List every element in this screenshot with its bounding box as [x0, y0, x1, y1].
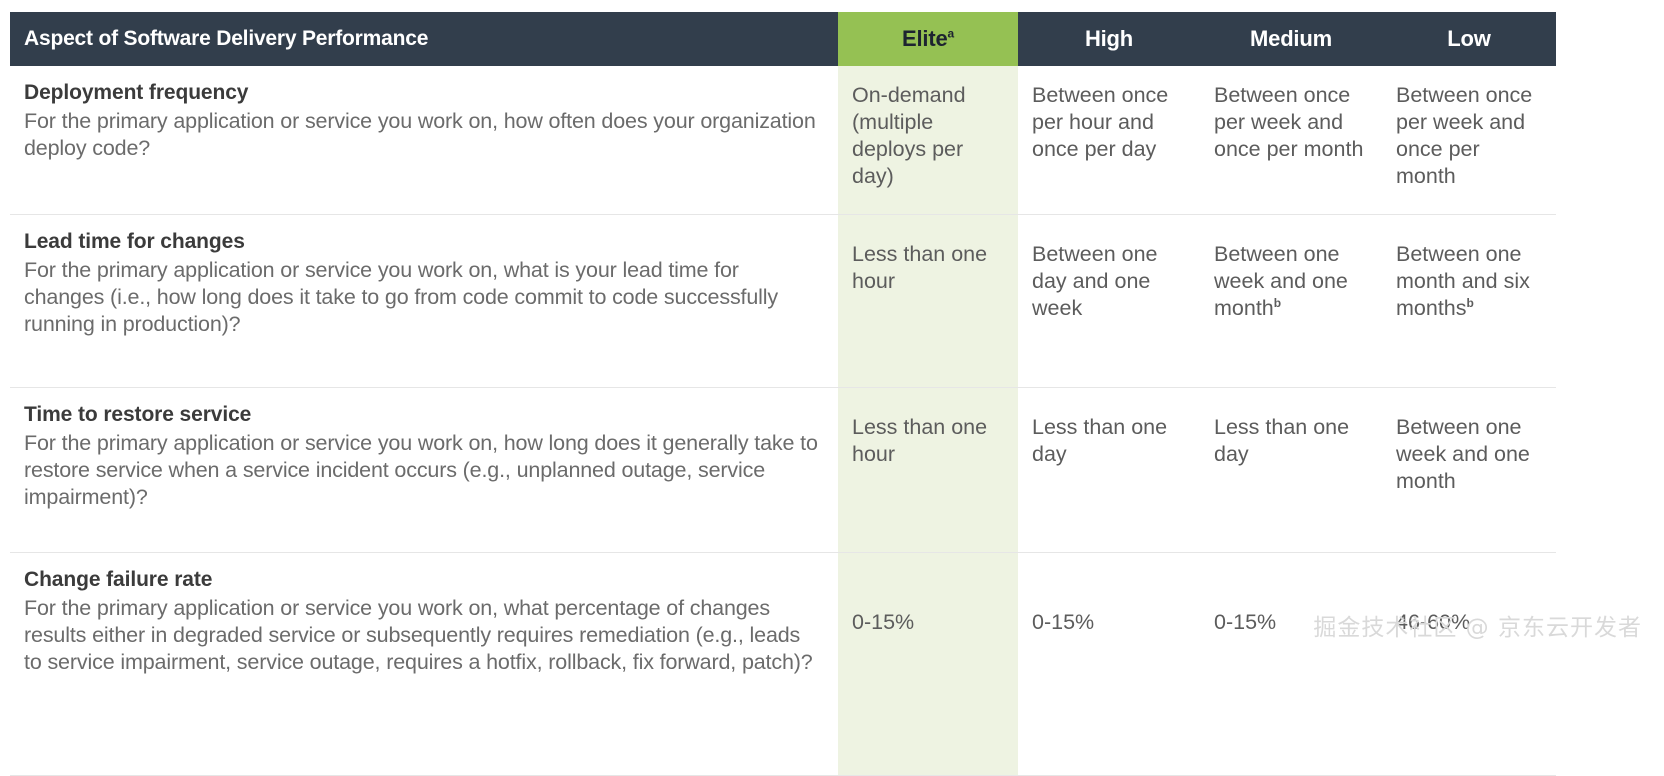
column-header-aspect-label: Aspect of Software Delivery Performance: [24, 27, 428, 50]
cell-low: Between one month and six monthsb: [1382, 215, 1556, 388]
cell-high-value: 0-15%: [1032, 610, 1094, 634]
cell-low: Between one week and one month: [1382, 388, 1556, 553]
cell-low-value: Between one month and six months: [1396, 242, 1530, 320]
cell-medium: 0-15%: [1200, 553, 1382, 776]
cell-elite: On-demand (multiple deploys per day): [838, 66, 1018, 215]
dora-performance-table: Aspect of Software Delivery Performance …: [10, 12, 1556, 776]
cell-elite-value: 0-15%: [852, 610, 914, 634]
aspect-title: Lead time for changes: [24, 229, 822, 254]
column-header-high: High: [1018, 12, 1200, 66]
cell-low: Between once per week and once per month: [1382, 66, 1556, 215]
table: Aspect of Software Delivery Performance …: [10, 12, 1556, 776]
header-row: Aspect of Software Delivery Performance …: [10, 12, 1556, 66]
cell-medium-value: Less than one day: [1214, 415, 1349, 466]
cell-low-value: 46-60%: [1396, 610, 1470, 634]
cell-elite: 0-15%: [838, 553, 1018, 776]
aspect-title: Time to restore service: [24, 402, 822, 427]
column-header-low-label: Low: [1447, 26, 1490, 51]
table-row: Change failure rate For the primary appl…: [10, 553, 1556, 776]
aspect-title: Change failure rate: [24, 567, 822, 592]
column-header-aspect: Aspect of Software Delivery Performance: [10, 12, 838, 66]
cell-high: Less than one day: [1018, 388, 1200, 553]
table-row: Time to restore service For the primary …: [10, 388, 1556, 553]
cell-low-value: Between once per week and once per month: [1396, 83, 1532, 188]
column-header-medium-label: Medium: [1250, 26, 1332, 51]
cell-low-footnote: b: [1467, 296, 1474, 310]
column-header-elite-footnote: a: [947, 27, 953, 41]
cell-high: Between one day and one week: [1018, 215, 1200, 388]
column-header-low: Low: [1382, 12, 1556, 66]
cell-high-value: Less than one day: [1032, 415, 1167, 466]
cell-elite: Less than one hour: [838, 215, 1018, 388]
column-header-medium: Medium: [1200, 12, 1382, 66]
table-row: Deployment frequency For the primary app…: [10, 66, 1556, 215]
aspect-cell: Change failure rate For the primary appl…: [10, 553, 838, 776]
column-header-elite-label: Elite: [902, 26, 947, 51]
cell-low-value: Between one week and one month: [1396, 415, 1530, 493]
cell-low: 46-60%: [1382, 553, 1556, 776]
aspect-cell: Time to restore service For the primary …: [10, 388, 838, 553]
column-header-elite: Elitea: [838, 12, 1018, 66]
cell-medium: Between once per week and once per month: [1200, 66, 1382, 215]
cell-medium-value: Between once per week and once per month: [1214, 83, 1363, 161]
column-header-high-label: High: [1085, 26, 1133, 51]
cell-high: Between once per hour and once per day: [1018, 66, 1200, 215]
cell-medium: Less than one day: [1200, 388, 1382, 553]
cell-high: 0-15%: [1018, 553, 1200, 776]
aspect-title: Deployment frequency: [24, 80, 822, 105]
table-header: Aspect of Software Delivery Performance …: [10, 12, 1556, 66]
cell-medium: Between one week and one monthb: [1200, 215, 1382, 388]
aspect-cell: Lead time for changes For the primary ap…: [10, 215, 838, 388]
aspect-description: For the primary application or service y…: [24, 430, 822, 511]
cell-elite-value: Less than one hour: [852, 415, 987, 466]
cell-high-value: Between one day and one week: [1032, 242, 1158, 320]
cell-elite: Less than one hour: [838, 388, 1018, 553]
aspect-cell: Deployment frequency For the primary app…: [10, 66, 838, 215]
cell-medium-value: 0-15%: [1214, 610, 1276, 634]
table-row: Lead time for changes For the primary ap…: [10, 215, 1556, 388]
cell-high-value: Between once per hour and once per day: [1032, 83, 1168, 161]
aspect-description: For the primary application or service y…: [24, 595, 822, 676]
cell-elite-value: Less than one hour: [852, 242, 987, 293]
table-body: Deployment frequency For the primary app…: [10, 66, 1556, 776]
cell-elite-value: On-demand (multiple deploys per day): [852, 83, 966, 188]
aspect-description: For the primary application or service y…: [24, 108, 822, 162]
cell-medium-footnote: b: [1274, 296, 1281, 310]
aspect-description: For the primary application or service y…: [24, 257, 822, 338]
